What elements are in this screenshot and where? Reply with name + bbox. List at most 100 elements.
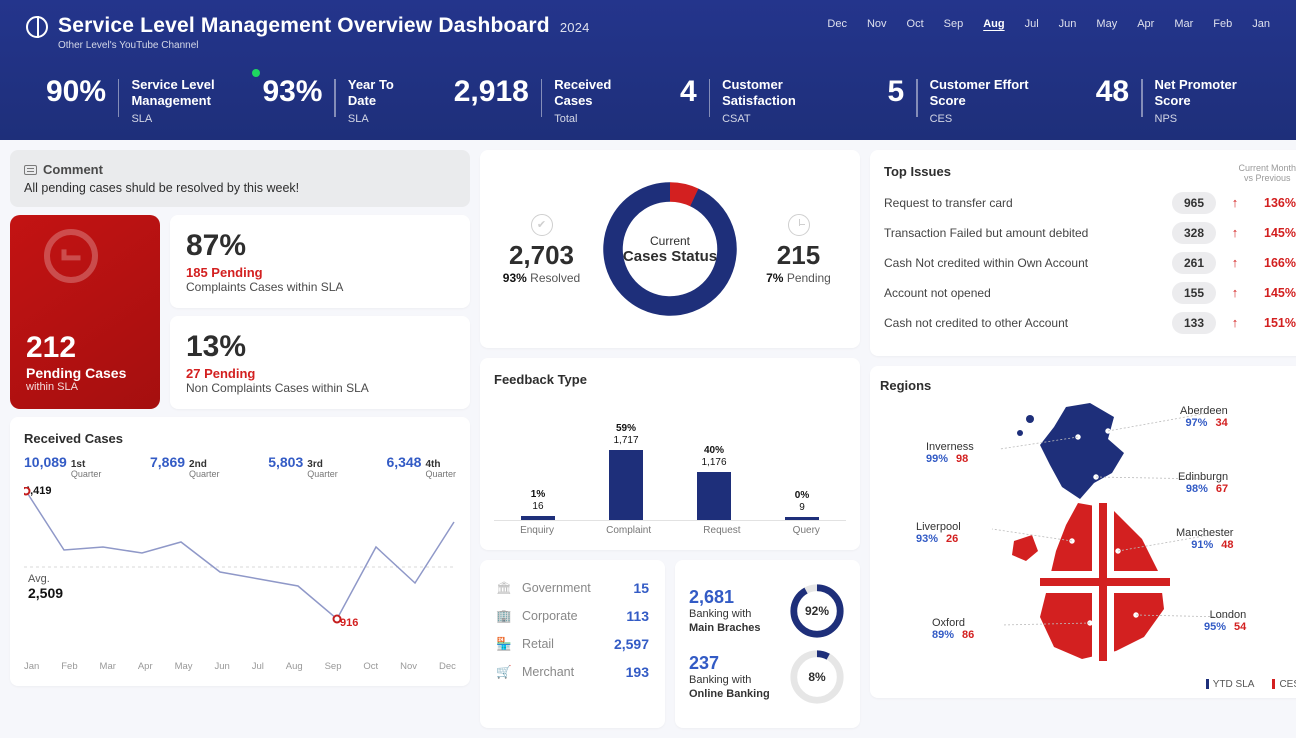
stat-noncomplaints: 13% 27 Pending Non Complaints Cases with… [170, 316, 470, 409]
month-mar[interactable]: Mar [1174, 18, 1193, 32]
pending-sub: within SLA [26, 381, 144, 393]
issue-row: Cash not credited to other Account 133 ↑… [884, 312, 1296, 334]
banking-row: 237Banking withOnline Banking 8% [689, 648, 846, 706]
month-jan[interactable]: Jan [1252, 18, 1270, 32]
brand: Service Level Management Overview Dashbo… [26, 14, 590, 51]
city-inverness: Inverness99%98 [926, 441, 974, 465]
resolved-side: 2,703 93% Resolved [494, 214, 589, 285]
stat-pct: 13% [186, 330, 454, 364]
gov-icon: 🏛 [496, 580, 512, 596]
month-may[interactable]: May [1096, 18, 1117, 32]
sector-retail: 🏪Retail2,597 [494, 630, 651, 658]
line-axis-x: JanFebMarAprMayJunJulAugSepOctNovDec [24, 661, 456, 672]
comment-title: Comment [43, 162, 103, 177]
sectors-card: 🏛Government15🏢Corporate113🏪Retail2,597🛒M… [480, 560, 665, 728]
quarter: 6,3484thQuarter [386, 454, 456, 479]
month-nov[interactable]: Nov [867, 18, 887, 32]
arrow-up-icon: ↑ [1228, 255, 1242, 270]
stat-desc: Non Complaints Cases within SLA [186, 381, 454, 395]
kpi-1: 93% Year To Date SLA [262, 75, 419, 126]
bar-request: 40%1,176 [684, 445, 744, 520]
arrow-up-icon: ↑ [1228, 195, 1242, 210]
top-issues-subhead: Current Monthvs Previous [1238, 164, 1296, 184]
kpi-2: 2,918 Received Cases Total [454, 75, 646, 126]
issue-row: Transaction Failed but amount debited 32… [884, 222, 1296, 244]
page-year: 2024 [560, 20, 590, 35]
received-cases-card: Received Cases 10,0891stQuarter7,8692ndQ… [10, 417, 470, 686]
stat-pct: 87% [186, 229, 454, 263]
city-liverpool: Liverpool93%26 [916, 521, 961, 545]
city-london: London95%54 [1204, 609, 1246, 633]
top-issues-card: Top Issues Current Monthvs Previous Requ… [870, 150, 1296, 356]
mini-donut: 8% [788, 648, 846, 706]
feedback-title: Feedback Type [494, 372, 846, 387]
month-jul[interactable]: Jul [1025, 18, 1039, 32]
arrow-up-icon: ↑ [1228, 285, 1242, 300]
month-sep[interactable]: Sep [944, 18, 964, 32]
stat-pending: 185 Pending [186, 265, 454, 280]
comment-icon [24, 165, 37, 175]
regions-legend: YTD SLA CES [880, 679, 1296, 690]
received-line-chart: 4,419 Avg. 2,509 916 [24, 487, 456, 657]
comment-text: All pending cases shuld be resolved by t… [24, 181, 456, 195]
banking-row: 2,681Banking withMain Braches 92% [689, 582, 846, 640]
sector-corporate: 🏢Corporate113 [494, 602, 651, 630]
check-icon [531, 214, 553, 236]
pending-card: 212 Pending Cases within SLA [10, 215, 160, 409]
sector-government: 🏛Government15 [494, 574, 651, 602]
received-title: Received Cases [24, 431, 456, 446]
kpi-row: 90% Service Level Management SLA 93% Year… [26, 75, 1270, 126]
month-apr[interactable]: Apr [1137, 18, 1154, 32]
kpi-5: 48 Net Promoter Score NPS [1096, 75, 1270, 126]
line-min-label: 916 [340, 617, 358, 629]
kpi-0: 90% Service Level Management SLA [46, 75, 228, 126]
feedback-names: EnquiryComplaintRequestQuery [494, 525, 846, 536]
issue-row: Cash Not credited within Own Account 261… [884, 252, 1296, 274]
status-donut: Current Cases Status [595, 174, 745, 324]
feedback-card: Feedback Type 1%16 59%1,717 40%1,176 0%9 En… [480, 358, 860, 550]
month-oct[interactable]: Oct [907, 18, 924, 32]
stat-complaints: 87% 185 Pending Complaints Cases within … [170, 215, 470, 308]
comment-card: Comment All pending cases shuld be resol… [10, 150, 470, 207]
city-oxford: Oxford89%86 [932, 617, 974, 641]
month-tabs: Dec Nov Oct Sep Aug Jul Jun May Apr Mar Feb Jan [827, 18, 1270, 32]
quarter: 5,8033rdQuarter [268, 454, 338, 479]
page-subtitle: Other Level's YouTube Channel [58, 40, 590, 51]
right-column: Top Issues Current Monthvs Previous Requ… [870, 150, 1296, 728]
stat-desc: Complaints Cases within SLA [186, 280, 454, 294]
corp-icon: 🏢 [496, 608, 512, 624]
issue-row: Request to transfer card 965 ↑ 136% [884, 192, 1296, 214]
month-dec[interactable]: Dec [827, 18, 847, 32]
feedback-bars: 1%16 59%1,717 40%1,176 0%9 [494, 401, 846, 521]
kpi-4: 5 Customer Effort Score CES [887, 75, 1061, 126]
status-dot-icon [252, 69, 260, 77]
mini-donut: 92% [788, 582, 846, 640]
line-avg: Avg. 2,509 [28, 573, 63, 601]
bar-complaint: 59%1,717 [596, 423, 656, 520]
resolved-count: 2,703 [494, 240, 589, 271]
middle-column: 2,703 93% Resolved Current Cases Status [480, 150, 860, 728]
regions-title: Regions [880, 378, 1296, 393]
pending-label: Pending Cases [26, 365, 144, 381]
stat-pending: 27 Pending [186, 366, 454, 381]
month-jun[interactable]: Jun [1059, 18, 1077, 32]
retail-icon: 🏪 [496, 636, 512, 652]
city-aberdeen: Aberdeen97%34 [1180, 405, 1228, 429]
bar-query: 0%9 [772, 490, 832, 520]
left-column: Comment All pending cases shuld be resol… [10, 150, 470, 728]
pending-side: 215 7% Pending [751, 214, 846, 285]
merch-icon: 🛒 [496, 664, 512, 680]
bar-enquiry: 1%16 [508, 489, 568, 520]
pending-count: 215 [751, 240, 846, 271]
month-aug[interactable]: Aug [983, 18, 1004, 32]
pending-count: 212 [26, 331, 144, 365]
clock-icon [788, 214, 810, 236]
month-feb[interactable]: Feb [1213, 18, 1232, 32]
logo-icon [26, 16, 48, 38]
kpi-3: 4 Customer Satisfaction CSAT [680, 75, 854, 126]
uk-map: Inverness99%98Aberdeen97%34Edinburgn98%6… [880, 399, 1296, 675]
regions-card: Regions [870, 366, 1296, 698]
sector-merchant: 🛒Merchant193 [494, 658, 651, 686]
header: Service Level Management Overview Dashbo… [0, 0, 1296, 140]
top-issues-title: Top Issues [884, 164, 951, 179]
